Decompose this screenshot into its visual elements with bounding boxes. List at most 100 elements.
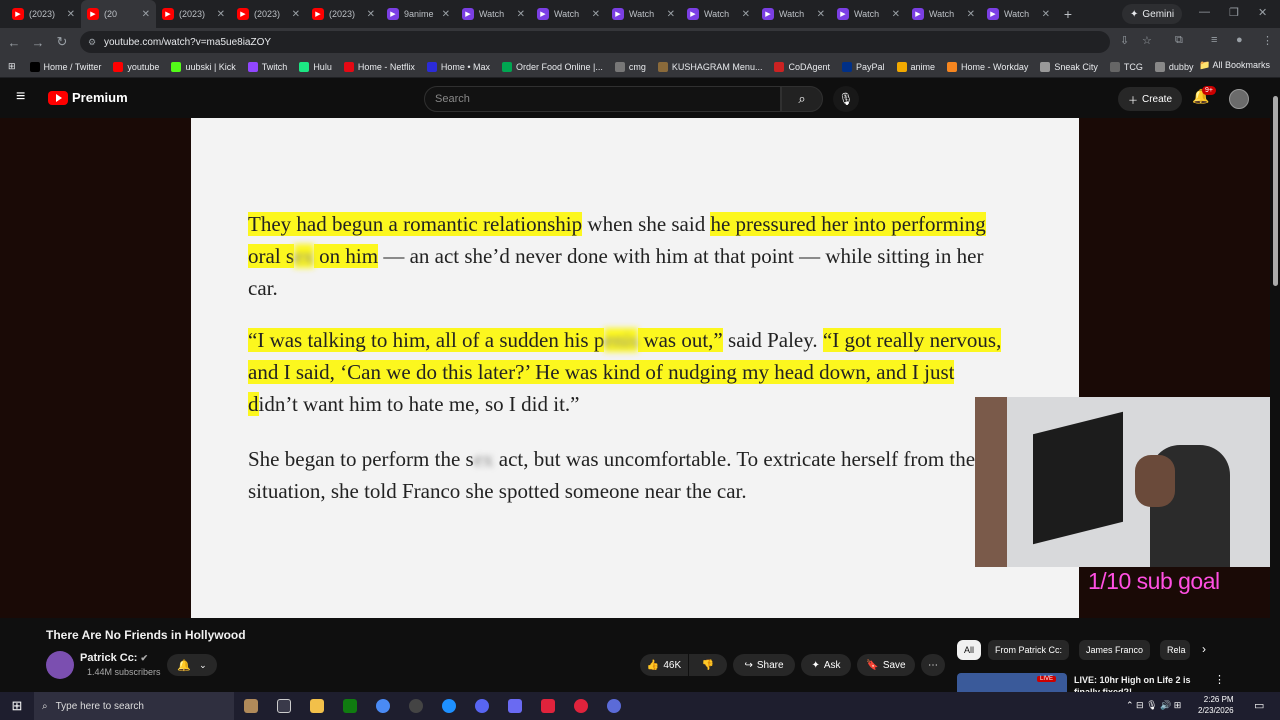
bookmark-item[interactable]: Sneak City bbox=[1040, 61, 1098, 72]
browser-tab[interactable]: ▶ Watch ✕ bbox=[831, 0, 906, 28]
taskbar-app-icon[interactable] bbox=[234, 699, 267, 713]
tab-close-icon[interactable]: ✕ bbox=[817, 9, 825, 20]
browser-tab[interactable]: ▶ (2023) ✕ bbox=[6, 0, 81, 28]
tab-close-icon[interactable]: ✕ bbox=[67, 9, 75, 20]
controller-icon[interactable] bbox=[498, 699, 531, 713]
new-tab-icon[interactable]: + bbox=[1056, 6, 1080, 22]
taskbar-clock[interactable]: 2:26 PM 2/23/2026 bbox=[1198, 694, 1234, 716]
chrome-icon[interactable] bbox=[366, 699, 399, 713]
bookmark-item[interactable]: Home / Twitter bbox=[29, 61, 101, 72]
tab-close-icon[interactable]: ✕ bbox=[742, 9, 750, 20]
profile-icon[interactable]: ● bbox=[1236, 34, 1243, 46]
bookmark-item[interactable]: uubski | Kick bbox=[171, 61, 236, 72]
forward-icon[interactable]: → bbox=[26, 35, 50, 50]
obs-icon[interactable] bbox=[399, 699, 432, 713]
bookmark-item[interactable]: CoDAgent bbox=[774, 61, 830, 72]
app-blue-icon[interactable] bbox=[432, 699, 465, 713]
tab-close-icon[interactable]: ✕ bbox=[967, 9, 975, 20]
bookmark-star-icon[interactable]: ☆ bbox=[1142, 34, 1152, 47]
create-button[interactable]: ＋ Create bbox=[1118, 87, 1183, 111]
chip-all[interactable]: All bbox=[957, 640, 982, 660]
youtube-logo[interactable]: Premium bbox=[48, 90, 128, 105]
browser-tab[interactable]: ▶ Watch ✕ bbox=[531, 0, 606, 28]
task-view-icon[interactable] bbox=[267, 699, 300, 713]
app-purple-icon[interactable] bbox=[597, 699, 630, 713]
more-actions-button[interactable]: ⋯ bbox=[921, 654, 945, 676]
channel-name[interactable]: Patrick Cc: ✔ bbox=[80, 652, 148, 664]
scrollbar-thumb[interactable] bbox=[1273, 96, 1278, 286]
tab-close-icon[interactable]: ✕ bbox=[667, 9, 675, 20]
kebab-menu-icon[interactable]: ⋮ bbox=[1214, 673, 1225, 686]
taskbar-search-input[interactable]: ⌕ Type here to search bbox=[34, 692, 234, 720]
notification-center-icon[interactable]: ▭ bbox=[1254, 699, 1264, 712]
microphone-icon[interactable]: 🎙 bbox=[833, 86, 859, 112]
maximize-icon[interactable]: ❐ bbox=[1229, 6, 1239, 19]
search-input[interactable]: Search bbox=[424, 86, 781, 112]
app-red-icon[interactable] bbox=[531, 699, 564, 713]
browser-tab[interactable]: ▶ Watch ✕ bbox=[981, 0, 1056, 28]
minimize-icon[interactable]: — bbox=[1199, 6, 1210, 18]
tab-close-icon[interactable]: ✕ bbox=[367, 9, 375, 20]
site-info-icon[interactable]: ⚙ bbox=[88, 37, 96, 48]
chip-from-channel[interactable]: From Patrick Cc: bbox=[988, 640, 1070, 660]
search-icon[interactable]: ⌕ bbox=[781, 86, 823, 112]
media-controls-icon[interactable]: ≡ bbox=[1211, 34, 1217, 46]
save-button[interactable]: 🔖 Save bbox=[857, 654, 915, 676]
like-button[interactable]: 👍 46K bbox=[640, 654, 688, 676]
browser-tab[interactable]: ▶ Watch ✕ bbox=[756, 0, 831, 28]
browser-tab[interactable]: ▶ (2023) ✕ bbox=[231, 0, 306, 28]
share-button[interactable]: ↪ Share bbox=[733, 654, 795, 676]
xbox-icon[interactable] bbox=[333, 699, 366, 713]
bookmark-item[interactable]: Twitch bbox=[247, 61, 287, 72]
subscribed-bell-button[interactable]: 🔔 ⌄ bbox=[167, 654, 217, 676]
url-field[interactable]: ⚙ youtube.com/watch?v=ma5ue8iaZOY bbox=[80, 31, 1110, 53]
browser-tab[interactable]: ▶ Watch ✕ bbox=[681, 0, 756, 28]
windows-start-icon[interactable]: ⊞ bbox=[0, 698, 34, 714]
bookmark-item[interactable]: Home • Max bbox=[426, 61, 490, 72]
tab-close-icon[interactable]: ✕ bbox=[892, 9, 900, 20]
file-explorer-icon[interactable] bbox=[300, 699, 333, 713]
menu-kebab-icon[interactable]: ⋮ bbox=[1262, 34, 1273, 47]
dislike-button[interactable]: 👎 bbox=[689, 654, 727, 676]
tab-close-icon[interactable]: ✕ bbox=[142, 9, 150, 20]
install-icon[interactable]: ⇩ bbox=[1120, 34, 1129, 47]
media-player-icon[interactable] bbox=[564, 699, 597, 713]
tab-close-icon[interactable]: ✕ bbox=[217, 9, 225, 20]
hamburger-menu-icon[interactable]: ≡ bbox=[16, 88, 32, 106]
account-avatar[interactable] bbox=[1229, 89, 1249, 109]
gemini-button[interactable]: ✦ Gemini bbox=[1122, 4, 1183, 24]
browser-tab[interactable]: ▶ Watch ✕ bbox=[456, 0, 531, 28]
system-tray-icons[interactable]: ⌃ ⊟ 🎙 🔊 ⊞ bbox=[1126, 700, 1181, 711]
bookmark-item[interactable]: Order Food Online |... bbox=[502, 61, 603, 72]
page-scrollbar[interactable] bbox=[1271, 78, 1280, 692]
browser-tab[interactable]: ▶ (20 ✕ bbox=[81, 0, 156, 28]
extensions-icon[interactable]: ⧉ bbox=[1175, 34, 1183, 47]
bookmark-item[interactable]: Hulu bbox=[299, 61, 332, 72]
browser-tab[interactable]: ▶ Watch ✕ bbox=[906, 0, 981, 28]
tab-close-icon[interactable]: ✕ bbox=[292, 9, 300, 20]
browser-tab[interactable]: ▶ (2023) ✕ bbox=[156, 0, 231, 28]
bookmark-item[interactable]: dubby bbox=[1154, 61, 1193, 72]
close-window-icon[interactable]: ✕ bbox=[1258, 6, 1267, 19]
chevron-right-icon[interactable]: › bbox=[1202, 642, 1206, 656]
bookmark-item[interactable]: TCG bbox=[1109, 61, 1143, 72]
ask-button[interactable]: ✦ Ask bbox=[801, 654, 851, 676]
bookmark-item[interactable]: cmg bbox=[614, 61, 646, 72]
tab-close-icon[interactable]: ✕ bbox=[517, 9, 525, 20]
bookmark-item[interactable]: Home - Netflix bbox=[343, 61, 415, 72]
channel-avatar[interactable] bbox=[46, 651, 74, 679]
reload-icon[interactable]: ↻ bbox=[50, 34, 74, 50]
tab-close-icon[interactable]: ✕ bbox=[442, 9, 450, 20]
browser-tab[interactable]: ▶ 9anime ✕ bbox=[381, 0, 456, 28]
browser-tab[interactable]: ▶ Watch ✕ bbox=[606, 0, 681, 28]
all-bookmarks-link[interactable]: 📁 All Bookmarks bbox=[1199, 60, 1270, 71]
back-icon[interactable]: ← bbox=[2, 35, 26, 50]
chip-related[interactable]: Rela bbox=[1160, 640, 1190, 660]
bookmark-item[interactable]: PayPal bbox=[841, 61, 885, 72]
bookmark-item[interactable]: Home - Workday bbox=[947, 61, 1028, 72]
browser-tab[interactable]: ▶ (2023) ✕ bbox=[306, 0, 381, 28]
tab-close-icon[interactable]: ✕ bbox=[592, 9, 600, 20]
apps-grid-icon[interactable]: ⊞ bbox=[8, 61, 16, 72]
bookmark-item[interactable]: youtube bbox=[113, 61, 159, 72]
chip-james-franco[interactable]: James Franco bbox=[1079, 640, 1151, 660]
